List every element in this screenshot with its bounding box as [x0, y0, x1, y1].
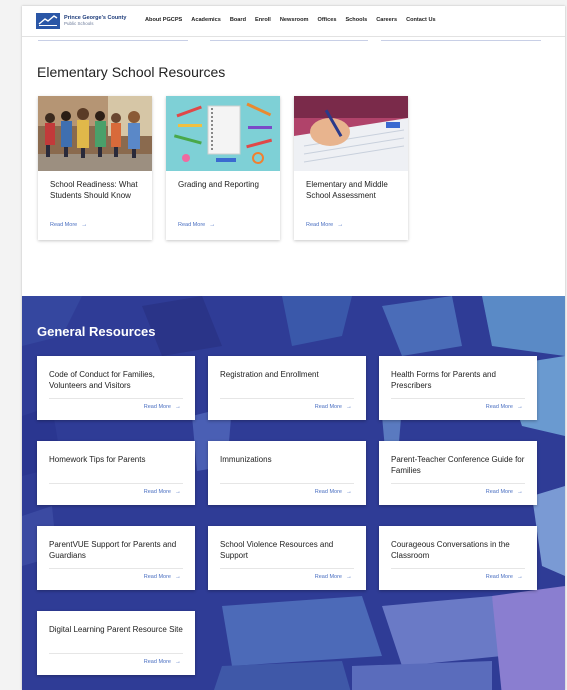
general-resources-section: General Resources Code of Conduct for Fa… [22, 296, 565, 690]
arrow-right-icon: → [517, 489, 523, 495]
general-section-title: General Resources [37, 324, 156, 339]
card-school-readiness[interactable]: School Readiness: What Students Should K… [38, 96, 152, 240]
resource-card-homework-tips[interactable]: Homework Tips for Parents Read More → [37, 441, 195, 505]
arrow-right-icon: → [175, 659, 181, 665]
card-title: School Readiness: What Students Should K… [50, 180, 138, 200]
card-title: Immunizations [220, 455, 272, 464]
read-more-link[interactable]: Read More → [315, 489, 352, 495]
card-title: Code of Conduct for Families, Volunteers… [49, 370, 155, 390]
arrow-right-icon: → [337, 222, 344, 228]
card-title: School Violence Resources and Support [220, 540, 334, 560]
nav-offices[interactable]: Offices [317, 17, 336, 23]
card-title: Digital Learning Parent Resource Site [49, 625, 183, 634]
read-more-link[interactable]: Read More → [315, 404, 352, 410]
logo-subtitle: Public Schools [64, 21, 94, 26]
resource-card-health-forms[interactable]: Health Forms for Parents and Prescribers… [379, 356, 537, 420]
top-navigation: Prince George's County Public Schools Ab… [22, 6, 565, 37]
resource-card-code-of-conduct[interactable]: Code of Conduct for Families, Volunteers… [37, 356, 195, 420]
arrow-right-icon: → [175, 489, 181, 495]
resource-card-parentvue[interactable]: ParentVUE Support for Parents and Guardi… [37, 526, 195, 590]
arrow-right-icon: → [346, 574, 352, 580]
arrow-right-icon: → [517, 574, 523, 580]
card-title: Registration and Enrollment [220, 370, 319, 379]
nav-contact[interactable]: Contact Us [406, 17, 436, 23]
read-more-link[interactable]: Read More → [306, 222, 343, 228]
arrow-right-icon: → [517, 404, 523, 410]
arrow-right-icon: → [346, 404, 352, 410]
elementary-section-title: Elementary School Resources [37, 64, 226, 80]
card-title: Courageous Conversations in the Classroo… [391, 540, 510, 560]
card-title: Elementary and Middle School Assessment [306, 180, 388, 200]
nav-about[interactable]: About PGCPS [145, 17, 182, 23]
nav-careers[interactable]: Careers [376, 17, 397, 23]
card-title: Parent-Teacher Conference Guide for Fami… [391, 455, 525, 475]
read-more-link[interactable]: Read More → [50, 222, 87, 228]
arrow-right-icon: → [175, 574, 181, 580]
resource-card-courageous-conversations[interactable]: Courageous Conversations in the Classroo… [379, 526, 537, 590]
read-more-link[interactable]: Read More → [144, 659, 181, 665]
resource-card-parent-teacher[interactable]: Parent-Teacher Conference Guide for Fami… [379, 441, 537, 505]
main-nav: About PGCPS Academics Board Enroll Newsr… [145, 17, 445, 23]
read-more-link[interactable]: Read More → [178, 222, 215, 228]
read-more-link[interactable]: Read More → [144, 489, 181, 495]
arrow-right-icon: → [346, 489, 352, 495]
read-more-link[interactable]: Read More → [315, 574, 352, 580]
nav-board[interactable]: Board [230, 17, 246, 23]
card-title: Health Forms for Parents and Prescribers [391, 370, 496, 390]
page-frame: Prince George's County Public Schools Ab… [22, 6, 565, 690]
read-more-link[interactable]: Read More → [486, 574, 523, 580]
card-title: Grading and Reporting [178, 180, 259, 189]
nav-academics[interactable]: Academics [191, 17, 221, 23]
resource-card-immunizations[interactable]: Immunizations Read More → [208, 441, 366, 505]
nav-enroll[interactable]: Enroll [255, 17, 271, 23]
card-title: Homework Tips for Parents [49, 455, 146, 464]
school-supplies-image [166, 96, 280, 171]
card-assessment[interactable]: Elementary and Middle School Assessment … [294, 96, 408, 240]
resource-card-digital-learning[interactable]: Digital Learning Parent Resource Site Re… [37, 611, 195, 675]
arrow-right-icon: → [175, 404, 181, 410]
pgcps-logo-icon [36, 13, 60, 29]
nav-schools[interactable]: Schools [345, 17, 367, 23]
arrow-right-icon: → [209, 222, 216, 228]
read-more-link[interactable]: Read More → [486, 404, 523, 410]
read-more-link[interactable]: Read More → [144, 404, 181, 410]
previous-section-edge [38, 36, 541, 42]
students-walking-image [38, 96, 152, 171]
nav-newsroom[interactable]: Newsroom [280, 17, 309, 23]
resource-card-school-violence[interactable]: School Violence Resources and Support Re… [208, 526, 366, 590]
read-more-link[interactable]: Read More → [486, 489, 523, 495]
arrow-right-icon: → [81, 222, 88, 228]
logo[interactable]: Prince George's County Public Schools [36, 13, 126, 29]
read-more-link[interactable]: Read More → [144, 574, 181, 580]
student-writing-image [294, 96, 408, 171]
card-title: ParentVUE Support for Parents and Guardi… [49, 540, 177, 560]
resource-card-registration[interactable]: Registration and Enrollment Read More → [208, 356, 366, 420]
card-grading-reporting[interactable]: Grading and Reporting Read More → [166, 96, 280, 240]
